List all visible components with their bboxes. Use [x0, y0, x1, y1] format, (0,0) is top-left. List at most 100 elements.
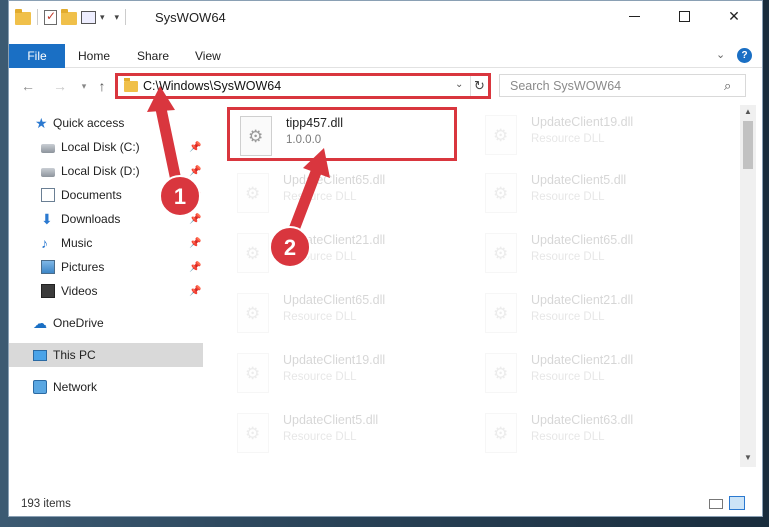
details-view-icon[interactable] [709, 499, 723, 509]
expand-ribbon-icon[interactable]: ⌄ [716, 48, 725, 61]
music-icon: ♪ [41, 235, 48, 251]
maximize-button[interactable] [661, 1, 707, 31]
file-item[interactable]: UpdateClient65.dll Resource DLL [475, 227, 705, 281]
sidebar-item-label: Local Disk (C:) [61, 140, 140, 154]
sidebar-item-network[interactable]: Network [9, 375, 203, 399]
file-item[interactable]: UpdateClient65.dll Resource DLL [227, 167, 457, 221]
file-list: tipp457.dll 1.0.0.0 UpdateClient19.dll R… [219, 105, 739, 488]
up-arrow-icon[interactable]: ↑ [93, 77, 111, 95]
scrollbar-thumb[interactable] [743, 121, 753, 169]
search-placeholder: Search SysWOW64 [510, 79, 622, 93]
file-item[interactable]: UpdateClient5.dll Resource DLL [227, 407, 457, 461]
this-pc-icon [33, 349, 47, 361]
sidebar-item-onedrive[interactable]: ☁ OneDrive [9, 311, 203, 335]
pin-icon[interactable]: 📌 [189, 190, 201, 201]
tab-home[interactable]: Home [68, 44, 120, 68]
pin-icon[interactable]: 📌 [189, 142, 201, 153]
file-item[interactable]: UpdateClient21.dll Resource DLL [475, 347, 705, 401]
dll-file-icon [485, 413, 517, 453]
file-version: 1.0.0.0 [286, 134, 322, 146]
sidebar-item-label: Documents [61, 188, 122, 202]
sidebar-item-local-disk-d[interactable]: Local Disk (D:) 📌 [9, 159, 203, 183]
sidebar-item-pictures[interactable]: Pictures 📌 [9, 255, 203, 279]
file-type: Resource DLL [283, 311, 357, 323]
chevron-down-icon[interactable]: ▾ [100, 12, 105, 23]
sidebar-item-quick-access[interactable]: ★ Quick access [9, 111, 203, 135]
properties-check-icon[interactable] [44, 9, 57, 25]
customize-icon[interactable] [81, 10, 96, 24]
file-type: Resource DLL [531, 191, 605, 203]
file-name: UpdateClient65.dll [283, 173, 386, 187]
file-type: Resource DLL [283, 251, 357, 263]
chevron-down-icon[interactable]: ⌄ [455, 79, 463, 90]
scroll-down-icon[interactable]: ▼ [740, 451, 756, 465]
file-type: Resource DLL [531, 431, 605, 443]
file-name: UpdateClient19.dll [531, 115, 634, 129]
sidebar-item-music[interactable]: ♪ Music 📌 [9, 231, 203, 255]
back-arrow-icon[interactable]: ← [19, 77, 37, 95]
dll-file-icon [237, 233, 269, 273]
pin-icon[interactable]: 📌 [189, 238, 201, 249]
file-name: UpdateClient21.dll [283, 233, 386, 247]
forward-arrow-icon[interactable]: → [51, 77, 69, 95]
file-item[interactable]: UpdateClient21.dll Resource DLL [227, 227, 457, 281]
tab-share[interactable]: Share [127, 44, 179, 68]
file-item[interactable]: UpdateClient63.dll Resource DLL [475, 407, 705, 461]
sidebar-item-local-disk-c[interactable]: Local Disk (C:) 📌 [9, 135, 203, 159]
file-item[interactable]: UpdateClient65.dll Resource DLL [227, 287, 457, 341]
pin-icon[interactable]: 📌 [189, 166, 201, 177]
sidebar-item-this-pc[interactable]: This PC [9, 343, 203, 367]
file-explorer-window: ▾ ▾ SysWOW64 ✕ File Home Share View ⌄ ? … [8, 0, 763, 517]
recent-locations-chevron-icon[interactable]: ▾ [75, 77, 93, 95]
file-name: UpdateClient65.dll [283, 293, 386, 307]
file-name: UpdateClient21.dll [531, 293, 634, 307]
file-name: UpdateClient5.dll [283, 413, 379, 427]
sidebar-item-videos[interactable]: Videos 📌 [9, 279, 203, 303]
vertical-scrollbar[interactable]: ▲ ▼ [740, 105, 756, 467]
quick-access-toolbar: ▾ ▾ [15, 8, 128, 25]
address-path[interactable]: C:\Windows\SysWOW64 [143, 79, 281, 93]
file-item[interactable]: UpdateClient19.dll Resource DLL [227, 347, 457, 401]
sidebar-item-label: Local Disk (D:) [61, 164, 140, 178]
close-button[interactable]: ✕ [711, 1, 757, 31]
scroll-up-icon[interactable]: ▲ [740, 105, 756, 119]
folder-icon[interactable] [15, 8, 31, 25]
minimize-button[interactable] [611, 1, 657, 31]
file-item[interactable]: UpdateClient5.dll Resource DLL [475, 167, 705, 221]
onedrive-icon: ☁ [33, 315, 47, 331]
folder-icon [124, 78, 138, 92]
search-input[interactable]: Search SysWOW64 ⌕ [499, 74, 746, 97]
file-item-tipp457[interactable]: tipp457.dll 1.0.0.0 [227, 107, 457, 161]
help-icon[interactable]: ? [737, 48, 752, 63]
file-item[interactable]: UpdateClient19.dll Resource DLL [475, 109, 705, 163]
sidebar-item-label: Pictures [61, 260, 105, 274]
sidebar-item-downloads[interactable]: ⬇ Downloads 📌 [9, 207, 203, 231]
toolbar-separator [37, 9, 38, 25]
dll-file-icon [237, 173, 269, 213]
pin-icon[interactable]: 📌 [189, 286, 201, 297]
file-item[interactable]: UpdateClient21.dll Resource DLL [475, 287, 705, 341]
customize-dropdown-icon[interactable]: ▾ [115, 12, 120, 23]
sidebar-item-label: OneDrive [53, 316, 104, 330]
minimize-icon [628, 15, 640, 17]
large-icons-view-icon[interactable] [729, 496, 745, 510]
drive-icon [41, 144, 55, 153]
pin-icon[interactable]: 📌 [189, 262, 201, 273]
address-bar[interactable]: C:\Windows\SysWOW64 ⌄ ↻ [115, 73, 491, 99]
pictures-icon [41, 260, 55, 274]
refresh-icon[interactable]: ↻ [470, 76, 488, 96]
new-folder-icon[interactable] [61, 8, 77, 25]
search-icon[interactable]: ⌕ [724, 78, 731, 94]
dll-file-icon [240, 116, 272, 156]
sidebar-item-documents[interactable]: Documents 📌 [9, 183, 203, 207]
sidebar-item-label: Music [61, 236, 93, 250]
tab-file[interactable]: File [9, 44, 65, 68]
file-type: Resource DLL [283, 371, 357, 383]
file-type: Resource DLL [531, 133, 605, 145]
drive-icon [41, 168, 55, 177]
dll-file-icon [485, 115, 517, 155]
tab-view[interactable]: View [185, 44, 231, 68]
file-type: Resource DLL [283, 191, 357, 203]
pin-icon[interactable]: 📌 [189, 214, 201, 225]
dll-file-icon [237, 353, 269, 393]
